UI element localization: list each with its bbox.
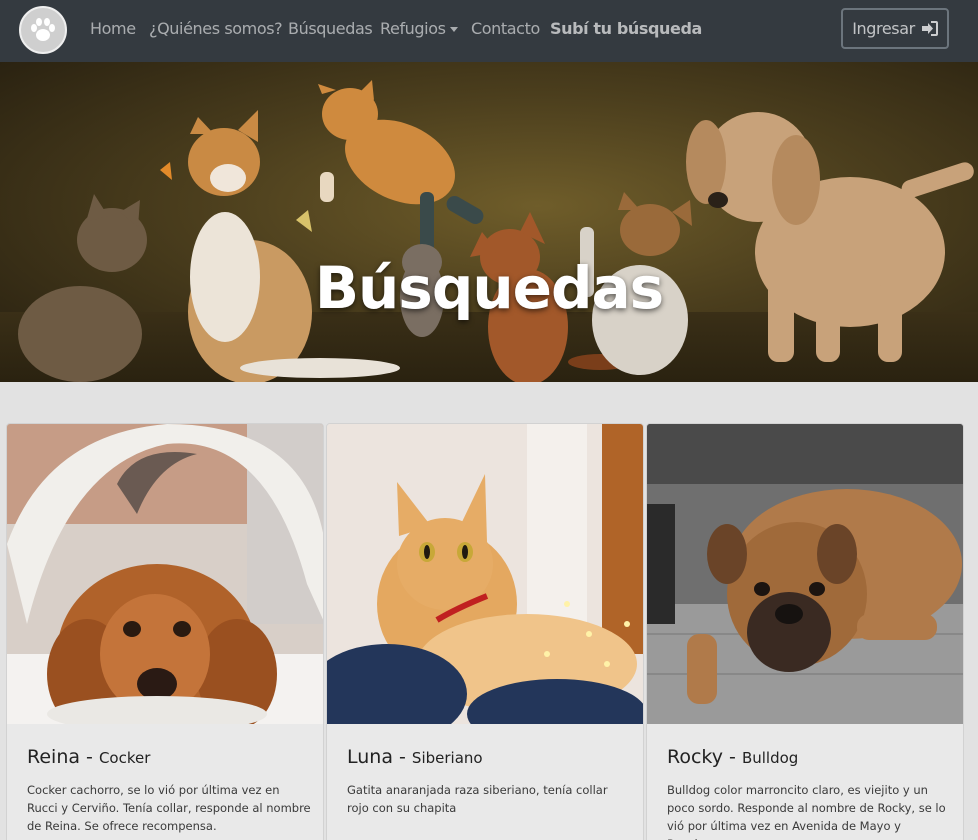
pet-card-reina[interactable]: Reina - Cocker Cocker cachorro, se lo vi… bbox=[6, 423, 324, 840]
nav-subi-tu-busqueda[interactable]: Subí tu búsqueda bbox=[550, 19, 702, 38]
nav-home[interactable]: Home bbox=[90, 19, 136, 38]
pet-name: Rocky bbox=[667, 746, 723, 768]
pet-photo-rocky bbox=[647, 424, 963, 724]
nav-refugios-label: Refugios bbox=[380, 19, 446, 38]
hero-pets-image bbox=[18, 80, 974, 382]
sign-in-icon bbox=[921, 21, 938, 36]
nav-busquedas[interactable]: Búsquedas bbox=[288, 19, 373, 38]
hero-banner: Búsquedas bbox=[0, 62, 978, 382]
pet-breed: Cocker bbox=[98, 749, 151, 767]
pet-title-reina: Reina - Cocker bbox=[27, 746, 151, 768]
pet-card-rocky[interactable]: Rocky - Bulldog Bulldog color marroncito… bbox=[646, 423, 964, 840]
pet-breed: Bulldog bbox=[741, 749, 799, 767]
login-button-label: Ingresar bbox=[852, 19, 915, 38]
pet-name: Reina bbox=[27, 746, 81, 768]
chevron-down-icon bbox=[449, 27, 458, 32]
pet-breed: Siberiano bbox=[411, 749, 483, 767]
pet-description: Gatita anaranjada raza siberiano, tenía … bbox=[347, 783, 608, 815]
pet-photo-luna bbox=[327, 424, 643, 724]
navbar: Home ¿Quiénes somos? Búsquedas Refugios … bbox=[0, 0, 978, 62]
nav-quienes-somos[interactable]: ¿Quiénes somos? bbox=[149, 19, 283, 38]
pet-title-luna: Luna - Siberiano bbox=[347, 746, 483, 768]
nav-contacto[interactable]: Contacto bbox=[471, 19, 540, 38]
page-title: Búsquedas bbox=[314, 254, 664, 322]
paw-logo-icon[interactable] bbox=[19, 6, 67, 54]
pet-name: Luna bbox=[347, 746, 393, 768]
pet-description: Bulldog color marroncito claro, es vieji… bbox=[667, 783, 946, 840]
pet-title-rocky: Rocky - Bulldog bbox=[667, 746, 799, 768]
pet-description: Cocker cachorro, se lo vió por última ve… bbox=[27, 783, 311, 833]
pet-card-luna[interactable]: Luna - Siberiano Gatita anaranjada raza … bbox=[326, 423, 644, 840]
login-button[interactable]: Ingresar bbox=[841, 8, 949, 49]
pet-photo-reina bbox=[7, 424, 323, 724]
nav-refugios-dropdown[interactable]: Refugios bbox=[380, 19, 458, 38]
